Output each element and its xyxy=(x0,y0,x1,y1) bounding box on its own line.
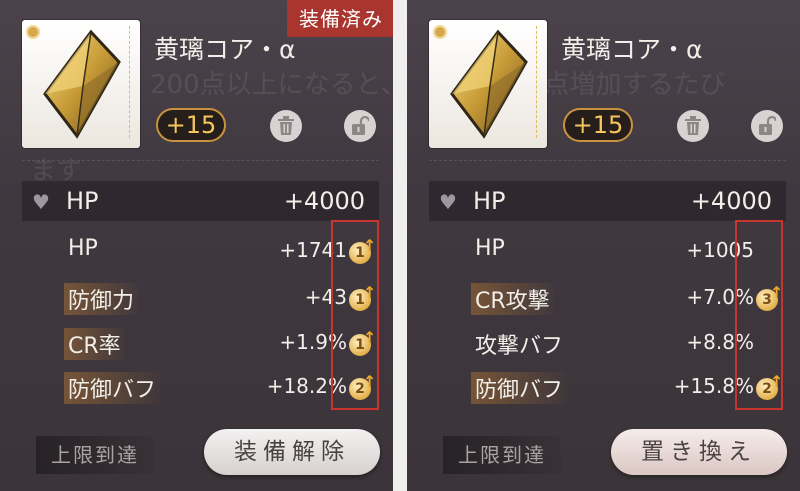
main-stat-value: +4000 xyxy=(690,187,772,215)
main-stat-label: HP xyxy=(66,187,99,215)
sub-stat-label: 攻撃バフ xyxy=(475,334,564,359)
main-stat-row: ♥ HP +4000 xyxy=(429,181,786,221)
sub-stat-label: 防御バフ xyxy=(471,372,568,404)
main-stat-label: HP xyxy=(473,187,506,215)
crystal-icon xyxy=(450,29,528,139)
item-name: 黄璃コア・α xyxy=(561,35,703,64)
equipped-item-panel: 200点以上になると、 ます 装備済み 黄璃コア・α +15 ♥ HP +400… xyxy=(0,0,393,491)
lock-toggle-button[interactable] xyxy=(344,110,376,142)
unlock-icon xyxy=(759,116,776,135)
sub-stat-label: HP xyxy=(68,236,98,261)
sub-stat-label: 防御力 xyxy=(64,283,139,315)
max-level-label: 上限到達 xyxy=(36,436,154,474)
item-thumbnail[interactable] xyxy=(429,20,547,148)
discard-button[interactable] xyxy=(270,110,302,142)
trash-icon xyxy=(685,116,701,135)
thumbnail-rail xyxy=(536,26,543,138)
level-badge: +15 xyxy=(563,108,633,142)
divider xyxy=(22,160,379,161)
background-ghost-text: 0点増加するたび xyxy=(527,70,726,100)
trash-icon xyxy=(278,116,294,135)
compare-item-panel: 0点増加するたび 黄璃コア・α +15 ♥ HP +4000 HP +1005 … xyxy=(407,0,800,491)
max-level-label: 上限到達 xyxy=(443,436,561,474)
sub-stat-label: 防御バフ xyxy=(64,372,161,404)
heart-icon: ♥ xyxy=(32,190,50,214)
heart-icon: ♥ xyxy=(439,190,457,214)
sub-stat-label: CR攻撃 xyxy=(471,283,554,315)
equipped-badge: 装備済み xyxy=(287,0,393,37)
replace-button[interactable]: 置き換え xyxy=(611,429,787,475)
rarity-icon xyxy=(433,25,447,39)
panel-separator xyxy=(393,0,407,491)
unequip-button[interactable]: 装備解除 xyxy=(204,429,380,475)
rarity-icon xyxy=(26,25,40,39)
main-stat-value: +4000 xyxy=(283,187,365,215)
unlock-icon xyxy=(352,116,369,135)
upgrade-highlight-box xyxy=(331,220,379,410)
item-name: 黄璃コア・α xyxy=(154,35,296,64)
crystal-icon xyxy=(43,29,121,139)
item-thumbnail[interactable] xyxy=(22,20,140,148)
lock-toggle-button[interactable] xyxy=(751,110,783,142)
main-stat-row: ♥ HP +4000 xyxy=(22,181,379,221)
sub-stat-label: HP xyxy=(475,236,505,261)
background-ghost-text: 200点以上になると、 xyxy=(150,70,393,100)
divider xyxy=(429,160,786,161)
upgrade-highlight-box xyxy=(735,220,783,410)
thumbnail-rail xyxy=(129,26,136,138)
sub-stat-label: CR率 xyxy=(64,328,125,360)
level-badge: +15 xyxy=(156,108,226,142)
discard-button[interactable] xyxy=(677,110,709,142)
